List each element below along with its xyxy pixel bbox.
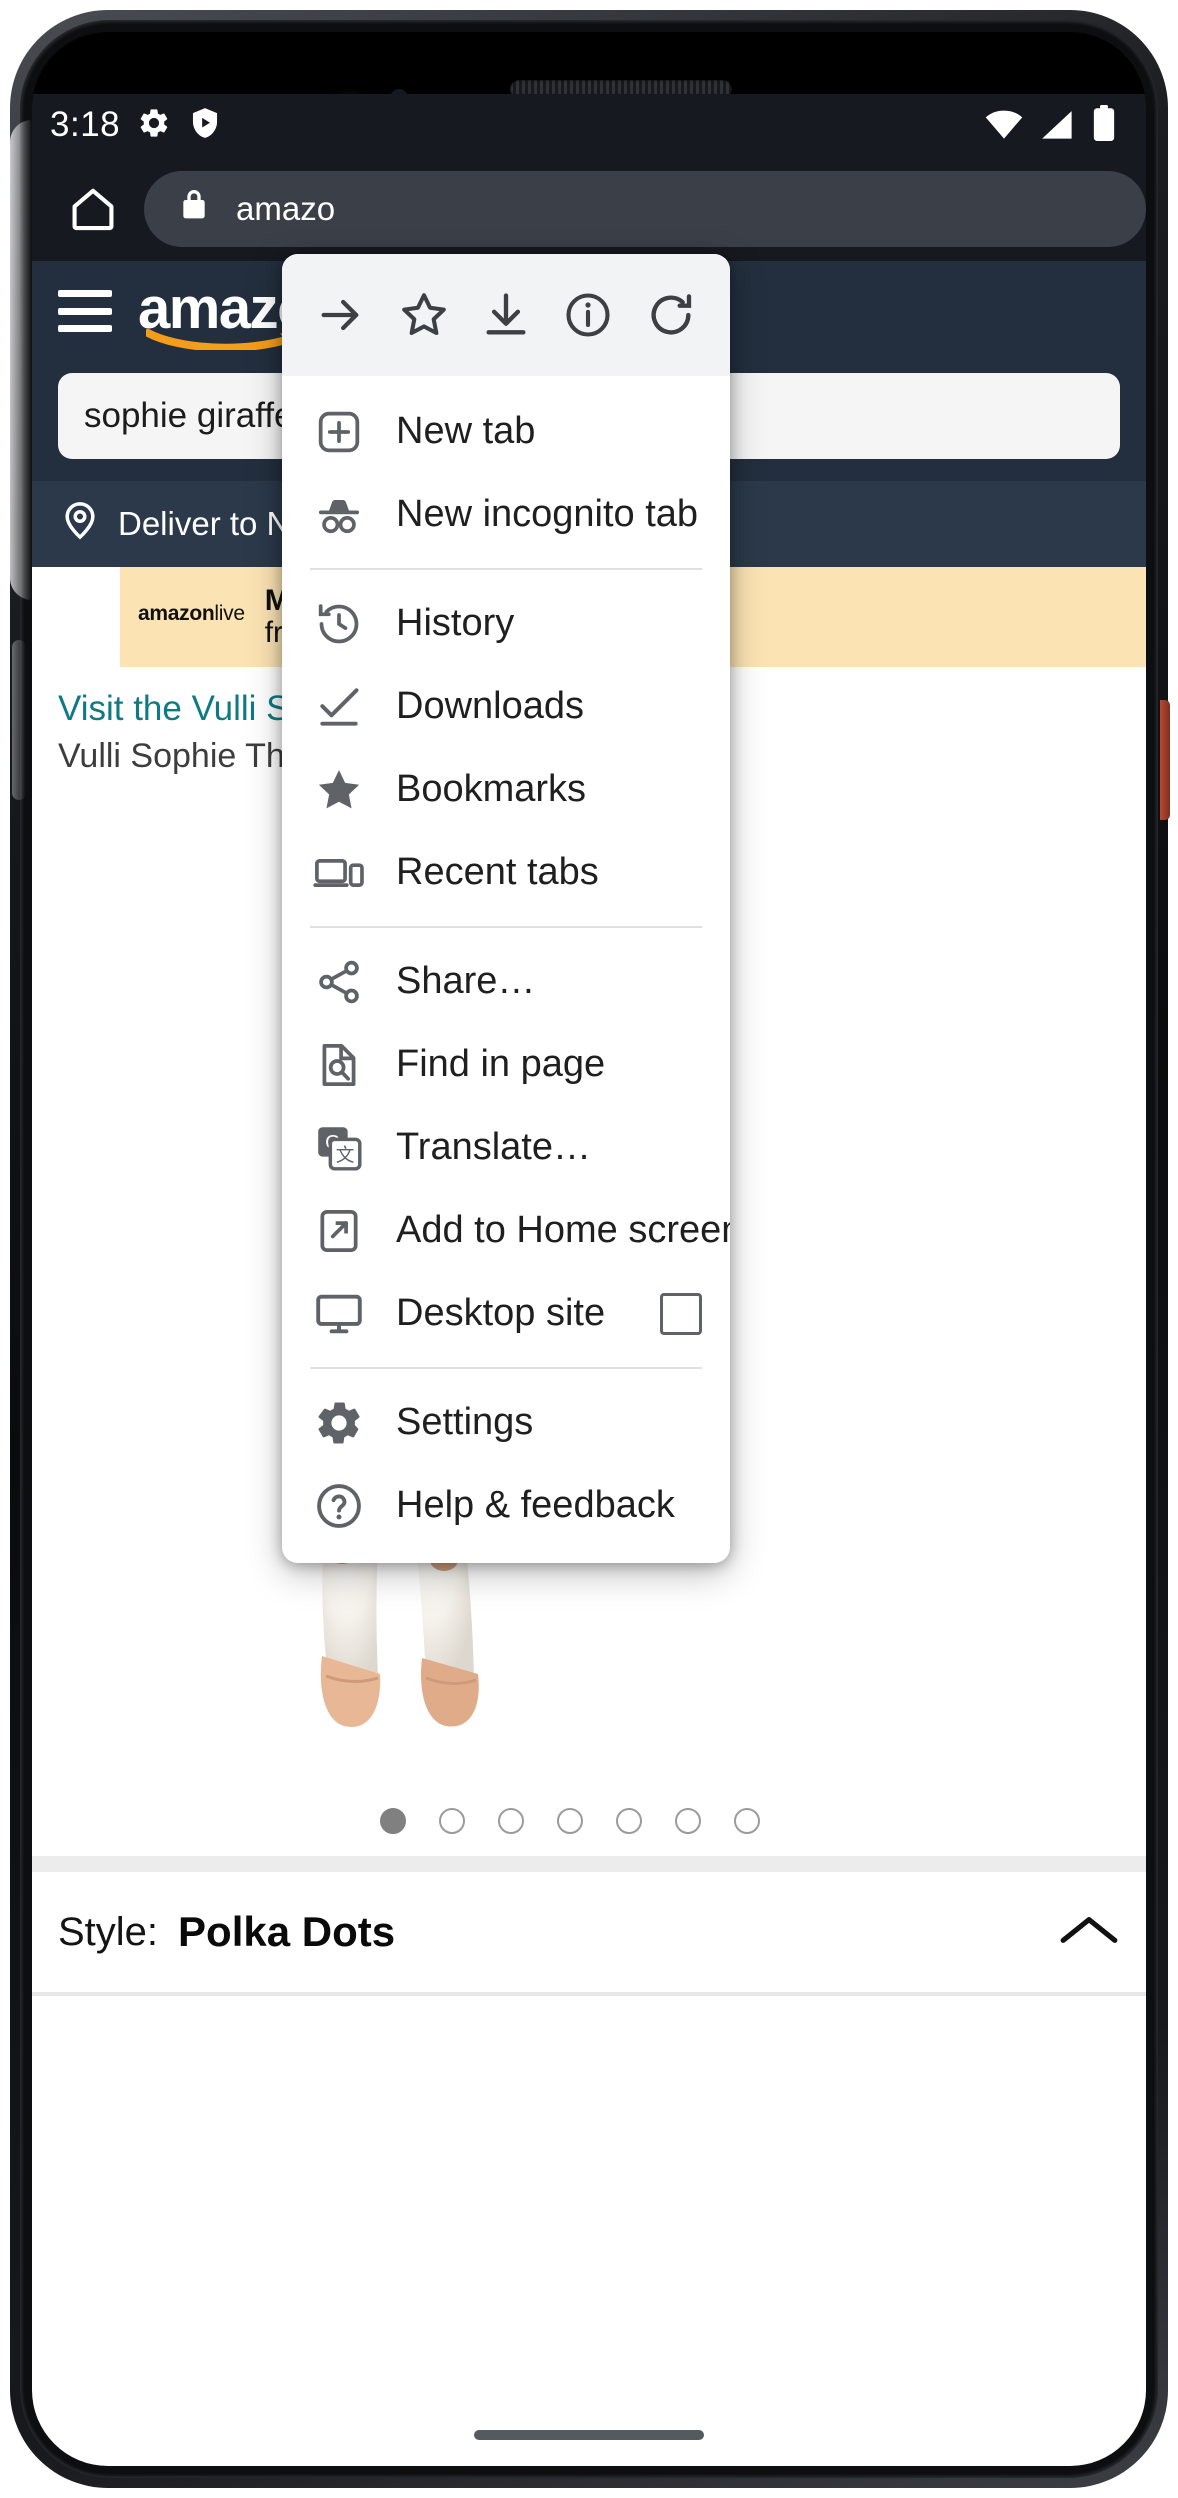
status-bar: 3:18 — [32, 94, 1146, 156]
android-gesture-bar[interactable] — [474, 2430, 704, 2440]
recent-tabs-icon — [310, 847, 368, 899]
phone-screen: 3:18 amazo amazon sophie giraffe te Deli… — [32, 32, 1146, 2466]
carousel-dot[interactable] — [557, 1808, 583, 1834]
banner-spacer — [32, 567, 120, 667]
menu-item-label: History — [396, 602, 515, 644]
help-feedback-icon — [310, 1480, 368, 1532]
bottom-divider — [32, 1992, 1146, 1996]
omnibox[interactable]: amazo — [144, 170, 1146, 247]
translate-icon: G文 — [310, 1122, 368, 1174]
menu-item-label: Translate… — [396, 1126, 591, 1168]
menu-item-label: Share… — [396, 960, 536, 1002]
image-carousel-dots — [32, 1786, 1146, 1856]
hamburger-menu-icon[interactable] — [58, 290, 112, 332]
menu-item-settings[interactable]: Settings — [282, 1381, 730, 1464]
menu-item-find-in-page[interactable]: Find in page — [282, 1023, 730, 1106]
chevron-up-icon[interactable] — [1058, 1911, 1120, 1954]
desktop-site-checkbox[interactable] — [660, 1292, 702, 1335]
menu-item-new-incognito-tab[interactable]: New incognito tab — [282, 473, 730, 556]
menu-item-label: New tab — [396, 410, 536, 452]
menu-item-label: Desktop site — [396, 1292, 606, 1334]
banner-brand-text: amazon — [138, 601, 215, 625]
menu-item-history[interactable]: History — [282, 582, 730, 665]
style-selector-row[interactable]: Style: Polka Dots — [32, 1872, 1146, 1992]
battery-icon — [1092, 104, 1116, 146]
menu-item-add-to-home-screen[interactable]: Add to Home screen — [282, 1189, 730, 1272]
menu-item-label: Find in page — [396, 1043, 606, 1085]
banner-brand-sub: live — [214, 601, 245, 625]
download-icon[interactable] — [477, 286, 535, 344]
gear-icon — [137, 106, 171, 145]
svg-text:文: 文 — [336, 1144, 355, 1165]
browser-overflow-menu: New tab New incognito tab History Downlo… — [282, 254, 730, 1563]
carousel-dot[interactable] — [380, 1808, 406, 1834]
menu-item-desktop-site[interactable]: Desktop site — [282, 1272, 730, 1355]
forward-icon[interactable] — [312, 286, 370, 344]
menu-item-new-tab[interactable]: New tab — [282, 390, 730, 473]
new-tab-icon — [310, 407, 368, 457]
home-icon[interactable] — [62, 178, 124, 240]
location-pin-icon — [58, 498, 102, 550]
history-icon — [310, 599, 368, 649]
style-value: Polka Dots — [178, 1908, 396, 1955]
menu-item-label: Recent tabs — [396, 851, 599, 893]
omnibox-url: amazo — [236, 189, 336, 227]
downloads-icon — [310, 682, 368, 732]
menu-items-list: New tab New incognito tab History Downlo… — [282, 376, 730, 1563]
carousel-dot[interactable] — [675, 1808, 701, 1834]
section-divider — [32, 1856, 1146, 1872]
page-info-icon[interactable] — [559, 286, 617, 344]
menu-item-downloads[interactable]: Downloads — [282, 665, 730, 748]
menu-item-share[interactable]: Share… — [282, 940, 730, 1023]
menu-divider — [310, 926, 702, 928]
share-icon — [310, 957, 368, 1007]
menu-divider — [310, 568, 702, 570]
find-in-page-icon — [310, 1040, 368, 1090]
status-bar-left: 3:18 — [50, 105, 222, 145]
menu-item-help-feedback[interactable]: Help & feedback — [282, 1464, 730, 1547]
menu-item-translate[interactable]: G文 Translate… — [282, 1106, 730, 1189]
lock-icon — [174, 185, 214, 233]
settings-gear-icon — [310, 1397, 368, 1449]
browser-toolbar: amazo — [32, 156, 1146, 261]
carousel-dot[interactable] — [498, 1808, 524, 1834]
menu-item-label: Help & feedback — [396, 1484, 675, 1526]
menu-item-label: New incognito tab — [396, 493, 699, 535]
cellular-signal-icon — [1039, 109, 1077, 146]
desktop-site-icon — [310, 1288, 368, 1340]
phone-device: 3:18 amazo amazon sophie giraffe te Deli… — [0, 0, 1178, 2498]
style-label: Style: — [58, 1909, 159, 1954]
shield-play-icon — [188, 106, 222, 145]
menu-divider — [310, 1367, 702, 1369]
carousel-dot[interactable] — [616, 1808, 642, 1834]
status-bar-right — [984, 104, 1116, 146]
add-to-home-screen-icon — [310, 1206, 368, 1256]
incognito-icon — [310, 489, 368, 541]
menu-item-label: Downloads — [396, 685, 584, 727]
amazon-live-logo: amazonlive — [138, 603, 245, 632]
status-clock: 3:18 — [50, 105, 121, 144]
menu-item-label: Bookmarks — [396, 768, 587, 810]
menu-header-actions — [282, 254, 730, 376]
menu-item-label: Add to Home screen — [396, 1209, 730, 1251]
carousel-dot[interactable] — [439, 1808, 465, 1834]
carousel-dot[interactable] — [734, 1808, 760, 1834]
bookmark-star-icon[interactable] — [395, 286, 453, 344]
wifi-icon — [984, 109, 1024, 146]
bookmarks-star-icon — [310, 764, 368, 816]
menu-item-bookmarks[interactable]: Bookmarks — [282, 748, 730, 831]
reload-icon[interactable] — [642, 286, 700, 344]
power-button[interactable] — [1160, 700, 1170, 820]
menu-item-recent-tabs[interactable]: Recent tabs — [282, 831, 730, 914]
menu-item-label: Settings — [396, 1401, 534, 1443]
